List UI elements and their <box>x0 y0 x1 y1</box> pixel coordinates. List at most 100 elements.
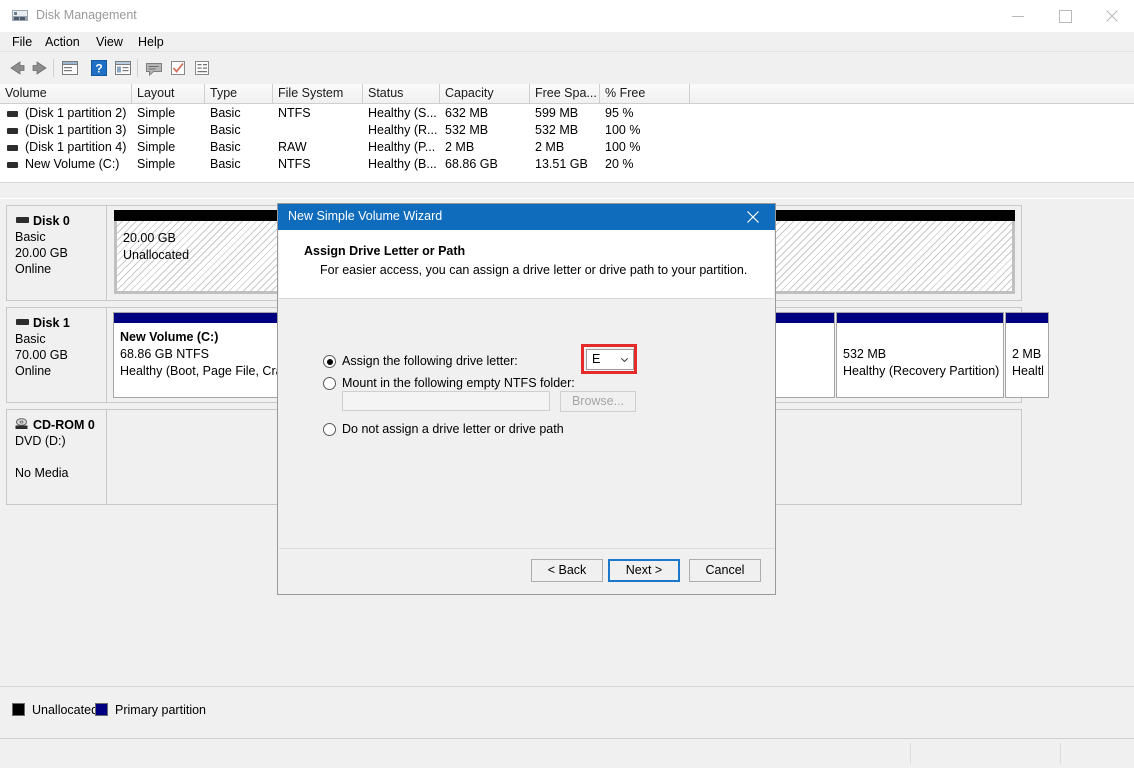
cell-layout: Simple <box>132 139 205 156</box>
column-header-capacity[interactable]: Capacity <box>440 84 530 103</box>
menu-item-help[interactable]: Help <box>131 34 171 51</box>
close-button[interactable] <box>1089 0 1134 31</box>
column-header-status[interactable]: Status <box>363 84 440 103</box>
back-button[interactable]: < Back <box>531 559 603 582</box>
column-header-percent-free[interactable]: % Free <box>600 84 690 103</box>
partition-status: Healtl <box>1012 363 1048 380</box>
column-header-free-space[interactable]: Free Spa... <box>530 84 600 103</box>
column-header-volume[interactable]: Volume <box>0 84 132 103</box>
partition-size: 532 MB <box>843 346 1003 363</box>
radio-assign-drive-letter[interactable] <box>323 355 336 368</box>
title-bar: Disk Management <box>0 0 1134 32</box>
legend-bar: Unallocated Primary partition <box>0 686 1134 739</box>
cell-file-system: NTFS <box>273 105 363 122</box>
cell-percent-free: 100 % <box>600 122 690 139</box>
cell-volume: (Disk 1 partition 4) <box>20 139 132 156</box>
volume-icon <box>7 145 18 151</box>
legend-swatch-primary-partition <box>95 703 108 716</box>
disk-name: Disk 0 <box>33 214 106 229</box>
table-row[interactable]: (Disk 1 partition 4) Simple Basic RAW He… <box>0 139 1134 156</box>
close-icon <box>747 211 759 223</box>
minimize-button[interactable] <box>995 0 1041 31</box>
legend-label-unallocated: Unallocated <box>32 703 98 717</box>
rescan-disks-icon[interactable] <box>167 57 189 79</box>
dialog-close-button[interactable] <box>731 204 775 230</box>
volume-icon <box>7 111 18 117</box>
cell-volume: (Disk 1 partition 2) <box>20 105 132 122</box>
next-button[interactable]: Next > <box>608 559 680 582</box>
cell-capacity: 632 MB <box>440 105 530 122</box>
svg-text:?: ? <box>95 62 102 76</box>
legend-label-primary-partition: Primary partition <box>115 703 206 717</box>
cell-percent-free: 100 % <box>600 139 690 156</box>
disk-state: Online <box>15 363 106 379</box>
radio-mount-in-ntfs-folder[interactable] <box>323 377 336 390</box>
help-icon[interactable]: ? <box>88 57 110 79</box>
cell-free-space: 532 MB <box>530 122 600 139</box>
partition-color-bar <box>1006 313 1048 323</box>
disk-type: Basic <box>15 229 106 245</box>
cell-file-system: RAW <box>273 139 363 156</box>
cell-file-system <box>273 122 363 139</box>
disk-size: 20.00 GB <box>15 245 106 261</box>
menu-item-view[interactable]: View <box>89 34 130 51</box>
disk-size <box>15 449 106 465</box>
label-assign-drive-letter: Assign the following drive letter: <box>342 354 518 368</box>
cell-status: Healthy (P... <box>363 139 440 156</box>
back-arrow-icon[interactable] <box>6 57 28 79</box>
mount-path-input[interactable] <box>342 391 550 411</box>
cell-file-system: NTFS <box>273 156 363 173</box>
drive-letter-dropdown[interactable]: E <box>586 349 634 370</box>
cell-layout: Simple <box>132 105 205 122</box>
disk-name: Disk 1 <box>33 316 106 331</box>
cell-percent-free: 95 % <box>600 105 690 122</box>
table-row[interactable]: New Volume (C:) Simple Basic NTFS Health… <box>0 156 1134 173</box>
status-bar-separator <box>1060 743 1061 764</box>
cell-free-space: 599 MB <box>530 105 600 122</box>
cancel-button[interactable]: Cancel <box>689 559 761 582</box>
browse-button[interactable]: Browse... <box>560 391 636 412</box>
volume-icon <box>7 162 18 168</box>
cell-type: Basic <box>205 122 273 139</box>
partition-color-bar <box>837 313 1003 323</box>
disk-state: Online <box>15 261 106 277</box>
detail-list-icon[interactable] <box>191 57 213 79</box>
list-view-icon[interactable] <box>112 57 134 79</box>
cell-type: Basic <box>205 139 273 156</box>
action-balloon-icon[interactable] <box>143 57 165 79</box>
column-header-filler <box>690 84 1134 103</box>
table-row[interactable]: (Disk 1 partition 3) Simple Basic Health… <box>0 122 1134 139</box>
new-simple-volume-wizard-dialog: New Simple Volume Wizard Assign Drive Le… <box>277 203 776 595</box>
disk-icon <box>16 319 29 325</box>
dialog-title: New Simple Volume Wizard <box>288 209 442 223</box>
cell-free-space: 13.51 GB <box>530 156 600 173</box>
cell-volume: New Volume (C:) <box>20 156 132 173</box>
dialog-header: Assign Drive Letter or Path For easier a… <box>279 230 774 299</box>
partition-raw[interactable]: 2 MB Healtl <box>1005 312 1049 398</box>
dialog-heading: Assign Drive Letter or Path <box>304 244 465 258</box>
properties-icon[interactable] <box>59 57 81 79</box>
column-header-layout[interactable]: Layout <box>132 84 205 103</box>
cell-status: Healthy (B... <box>363 156 440 173</box>
menu-item-action[interactable]: Action <box>38 34 87 51</box>
cell-layout: Simple <box>132 156 205 173</box>
disk-info-cdrom0: CD-ROM 0 DVD (D:) No Media <box>7 410 107 504</box>
cell-layout: Simple <box>132 122 205 139</box>
drive-letter-value: E <box>592 352 600 366</box>
cell-type: Basic <box>205 105 273 122</box>
radio-do-not-assign[interactable] <box>323 423 336 436</box>
forward-arrow-icon[interactable] <box>29 57 51 79</box>
cell-status: Healthy (S... <box>363 105 440 122</box>
disk-management-icon <box>12 8 29 24</box>
table-row[interactable]: (Disk 1 partition 2) Simple Basic NTFS H… <box>0 105 1134 122</box>
column-header-type[interactable]: Type <box>205 84 273 103</box>
maximize-icon <box>1059 10 1072 23</box>
maximize-button[interactable] <box>1042 0 1088 31</box>
cell-status: Healthy (R... <box>363 122 440 139</box>
partition-recovery[interactable]: 532 MB Healthy (Recovery Partition) <box>836 312 1004 398</box>
column-header-file-system[interactable]: File System <box>273 84 363 103</box>
cell-free-space: 2 MB <box>530 139 600 156</box>
disk-info-disk1: Disk 1 Basic 70.00 GB Online <box>7 308 107 402</box>
cell-percent-free: 20 % <box>600 156 690 173</box>
menu-item-file[interactable]: File <box>5 34 39 51</box>
